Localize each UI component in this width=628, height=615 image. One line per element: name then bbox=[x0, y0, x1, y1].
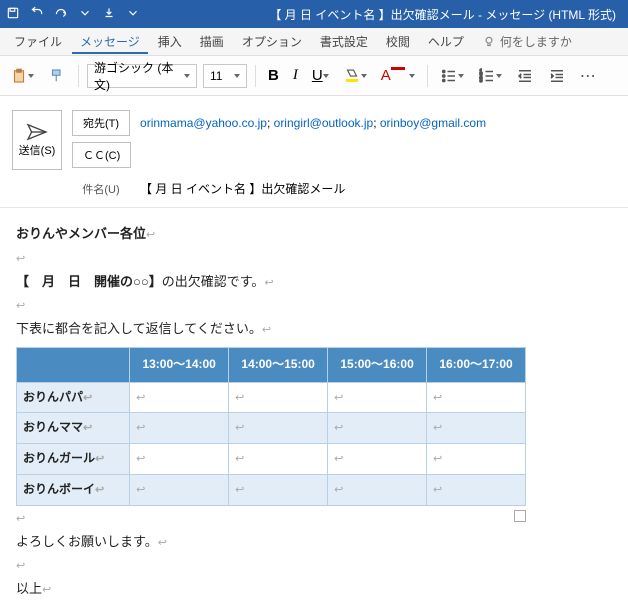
body-greeting: おりんやメンバー各位 bbox=[16, 226, 146, 241]
titlebar: 【 月 日 イベント名 】出欠確認メール - メッセージ (HTML 形式) bbox=[0, 0, 628, 28]
message-body[interactable]: おりんやメンバー各位 ↩ ↩ 【 月 日 開催の○○】の出欠確認です。 ↩ ↩ 下表… bbox=[0, 208, 628, 615]
table-cell[interactable]: ↩ bbox=[229, 382, 328, 413]
tellme-label: 何をしますか bbox=[500, 33, 572, 50]
toolbar: 游ゴシック (本文) 11 B I U A 123 ⋯ bbox=[0, 56, 628, 96]
table-header-empty bbox=[17, 347, 130, 382]
table-header-2: 14:00～15:00 bbox=[229, 347, 328, 382]
menu-help[interactable]: ヘルプ bbox=[420, 29, 472, 54]
table-row-name: おりんボーイ↩ bbox=[17, 474, 130, 505]
italic-button[interactable]: I bbox=[289, 65, 302, 86]
menu-format[interactable]: 書式設定 bbox=[312, 29, 376, 54]
font-name: 游ゴシック (本文) bbox=[94, 59, 180, 93]
table-cell[interactable]: ↩ bbox=[427, 474, 526, 505]
window-title: 【 月 日 イベント名 】出欠確認メール - メッセージ (HTML 形式) bbox=[140, 6, 622, 23]
paste-button[interactable] bbox=[6, 65, 38, 87]
menu-review[interactable]: 校閲 bbox=[378, 29, 418, 54]
numbering-button[interactable]: 123 bbox=[474, 65, 506, 87]
body-event-suffix: の出欠確認です。 bbox=[162, 274, 265, 289]
menu-message[interactable]: メッセージ bbox=[72, 29, 148, 54]
table-cell[interactable]: ↩ bbox=[229, 444, 328, 475]
send-label: 送信(S) bbox=[19, 145, 56, 157]
table-cell[interactable]: ↩ bbox=[130, 382, 229, 413]
decrease-indent-button[interactable] bbox=[512, 65, 538, 87]
table-resize-handle[interactable] bbox=[514, 510, 526, 522]
body-closing2: 以上 bbox=[16, 581, 42, 596]
font-size-selector[interactable]: 11 bbox=[203, 64, 247, 88]
tellme-search[interactable]: 何をしますか bbox=[482, 33, 572, 50]
chevron-down-icon[interactable] bbox=[78, 6, 92, 23]
svg-text:3: 3 bbox=[479, 78, 482, 84]
to-field[interactable]: orinmama@yahoo.co.jp; oringirl@outlook.j… bbox=[140, 116, 616, 130]
table-cell[interactable]: ↩ bbox=[130, 474, 229, 505]
table-cell[interactable]: ↩ bbox=[229, 474, 328, 505]
table-row-name: おりんガール↩ bbox=[17, 444, 130, 475]
table-cell[interactable]: ↩ bbox=[328, 413, 427, 444]
subject-label: 件名(U) bbox=[72, 181, 130, 197]
table-cell[interactable]: ↩ bbox=[130, 413, 229, 444]
menu-insert[interactable]: 挿入 bbox=[150, 29, 190, 54]
font-selector[interactable]: 游ゴシック (本文) bbox=[87, 64, 197, 88]
font-color-button[interactable]: A bbox=[377, 65, 419, 87]
format-painter-button[interactable] bbox=[44, 65, 70, 87]
menu-draw[interactable]: 描画 bbox=[192, 29, 232, 54]
send-button[interactable]: 送信(S) bbox=[12, 110, 62, 170]
subject-field[interactable]: 【 月 日 イベント名 】出欠確認メール bbox=[140, 180, 616, 197]
message-header: 送信(S) 宛先(T) orinmama@yahoo.co.jp; oringi… bbox=[0, 96, 628, 208]
table-cell[interactable]: ↩ bbox=[427, 413, 526, 444]
recipient-3[interactable]: orinboy@gmail.com bbox=[380, 116, 486, 130]
menu-options[interactable]: オプション bbox=[234, 29, 310, 54]
table-cell[interactable]: ↩ bbox=[130, 444, 229, 475]
table-cell[interactable]: ↩ bbox=[328, 444, 427, 475]
recipient-1[interactable]: orinmama@yahoo.co.jp bbox=[140, 116, 267, 130]
more-options-button[interactable]: ⋯ bbox=[576, 64, 602, 88]
increase-indent-button[interactable] bbox=[544, 65, 570, 87]
bullets-button[interactable] bbox=[436, 65, 468, 87]
dropdown-icon[interactable] bbox=[102, 6, 116, 23]
highlight-button[interactable] bbox=[339, 65, 371, 87]
table-row-name: おりんパパ↩ bbox=[17, 382, 130, 413]
body-instruction: 下表に都合を記入して返信してください。 bbox=[16, 321, 262, 336]
font-size: 11 bbox=[210, 69, 222, 83]
redo-icon[interactable] bbox=[54, 6, 68, 23]
table-cell[interactable]: ↩ bbox=[427, 444, 526, 475]
table-header-4: 16:00～17:00 bbox=[427, 347, 526, 382]
table-header-3: 15:00～16:00 bbox=[328, 347, 427, 382]
table-cell[interactable]: ↩ bbox=[328, 382, 427, 413]
table-header-1: 13:00～14:00 bbox=[130, 347, 229, 382]
table-cell[interactable]: ↩ bbox=[229, 413, 328, 444]
schedule-table[interactable]: 13:00～14:00 14:00～15:00 15:00～16:00 16:0… bbox=[16, 347, 526, 506]
more-chevron-icon[interactable] bbox=[126, 6, 140, 23]
menu-file[interactable]: ファイル bbox=[6, 29, 70, 54]
body-event: 【 月 日 開催の○○】 bbox=[16, 274, 162, 289]
table-cell[interactable]: ↩ bbox=[328, 474, 427, 505]
menubar: ファイル メッセージ 挿入 描画 オプション 書式設定 校閲 ヘルプ 何をします… bbox=[0, 28, 628, 56]
save-icon[interactable] bbox=[6, 6, 20, 23]
table-cell[interactable]: ↩ bbox=[427, 382, 526, 413]
recipient-2[interactable]: oringirl@outlook.jp bbox=[274, 116, 374, 130]
bold-button[interactable]: B bbox=[264, 65, 283, 86]
cc-button[interactable]: ＣＣ(C) bbox=[72, 142, 131, 168]
undo-icon[interactable] bbox=[30, 6, 44, 23]
underline-button[interactable]: U bbox=[308, 65, 333, 86]
body-closing1: よろしくお願いします。 bbox=[16, 534, 158, 549]
to-button[interactable]: 宛先(T) bbox=[72, 110, 130, 136]
table-row-name: おりんママ↩ bbox=[17, 413, 130, 444]
